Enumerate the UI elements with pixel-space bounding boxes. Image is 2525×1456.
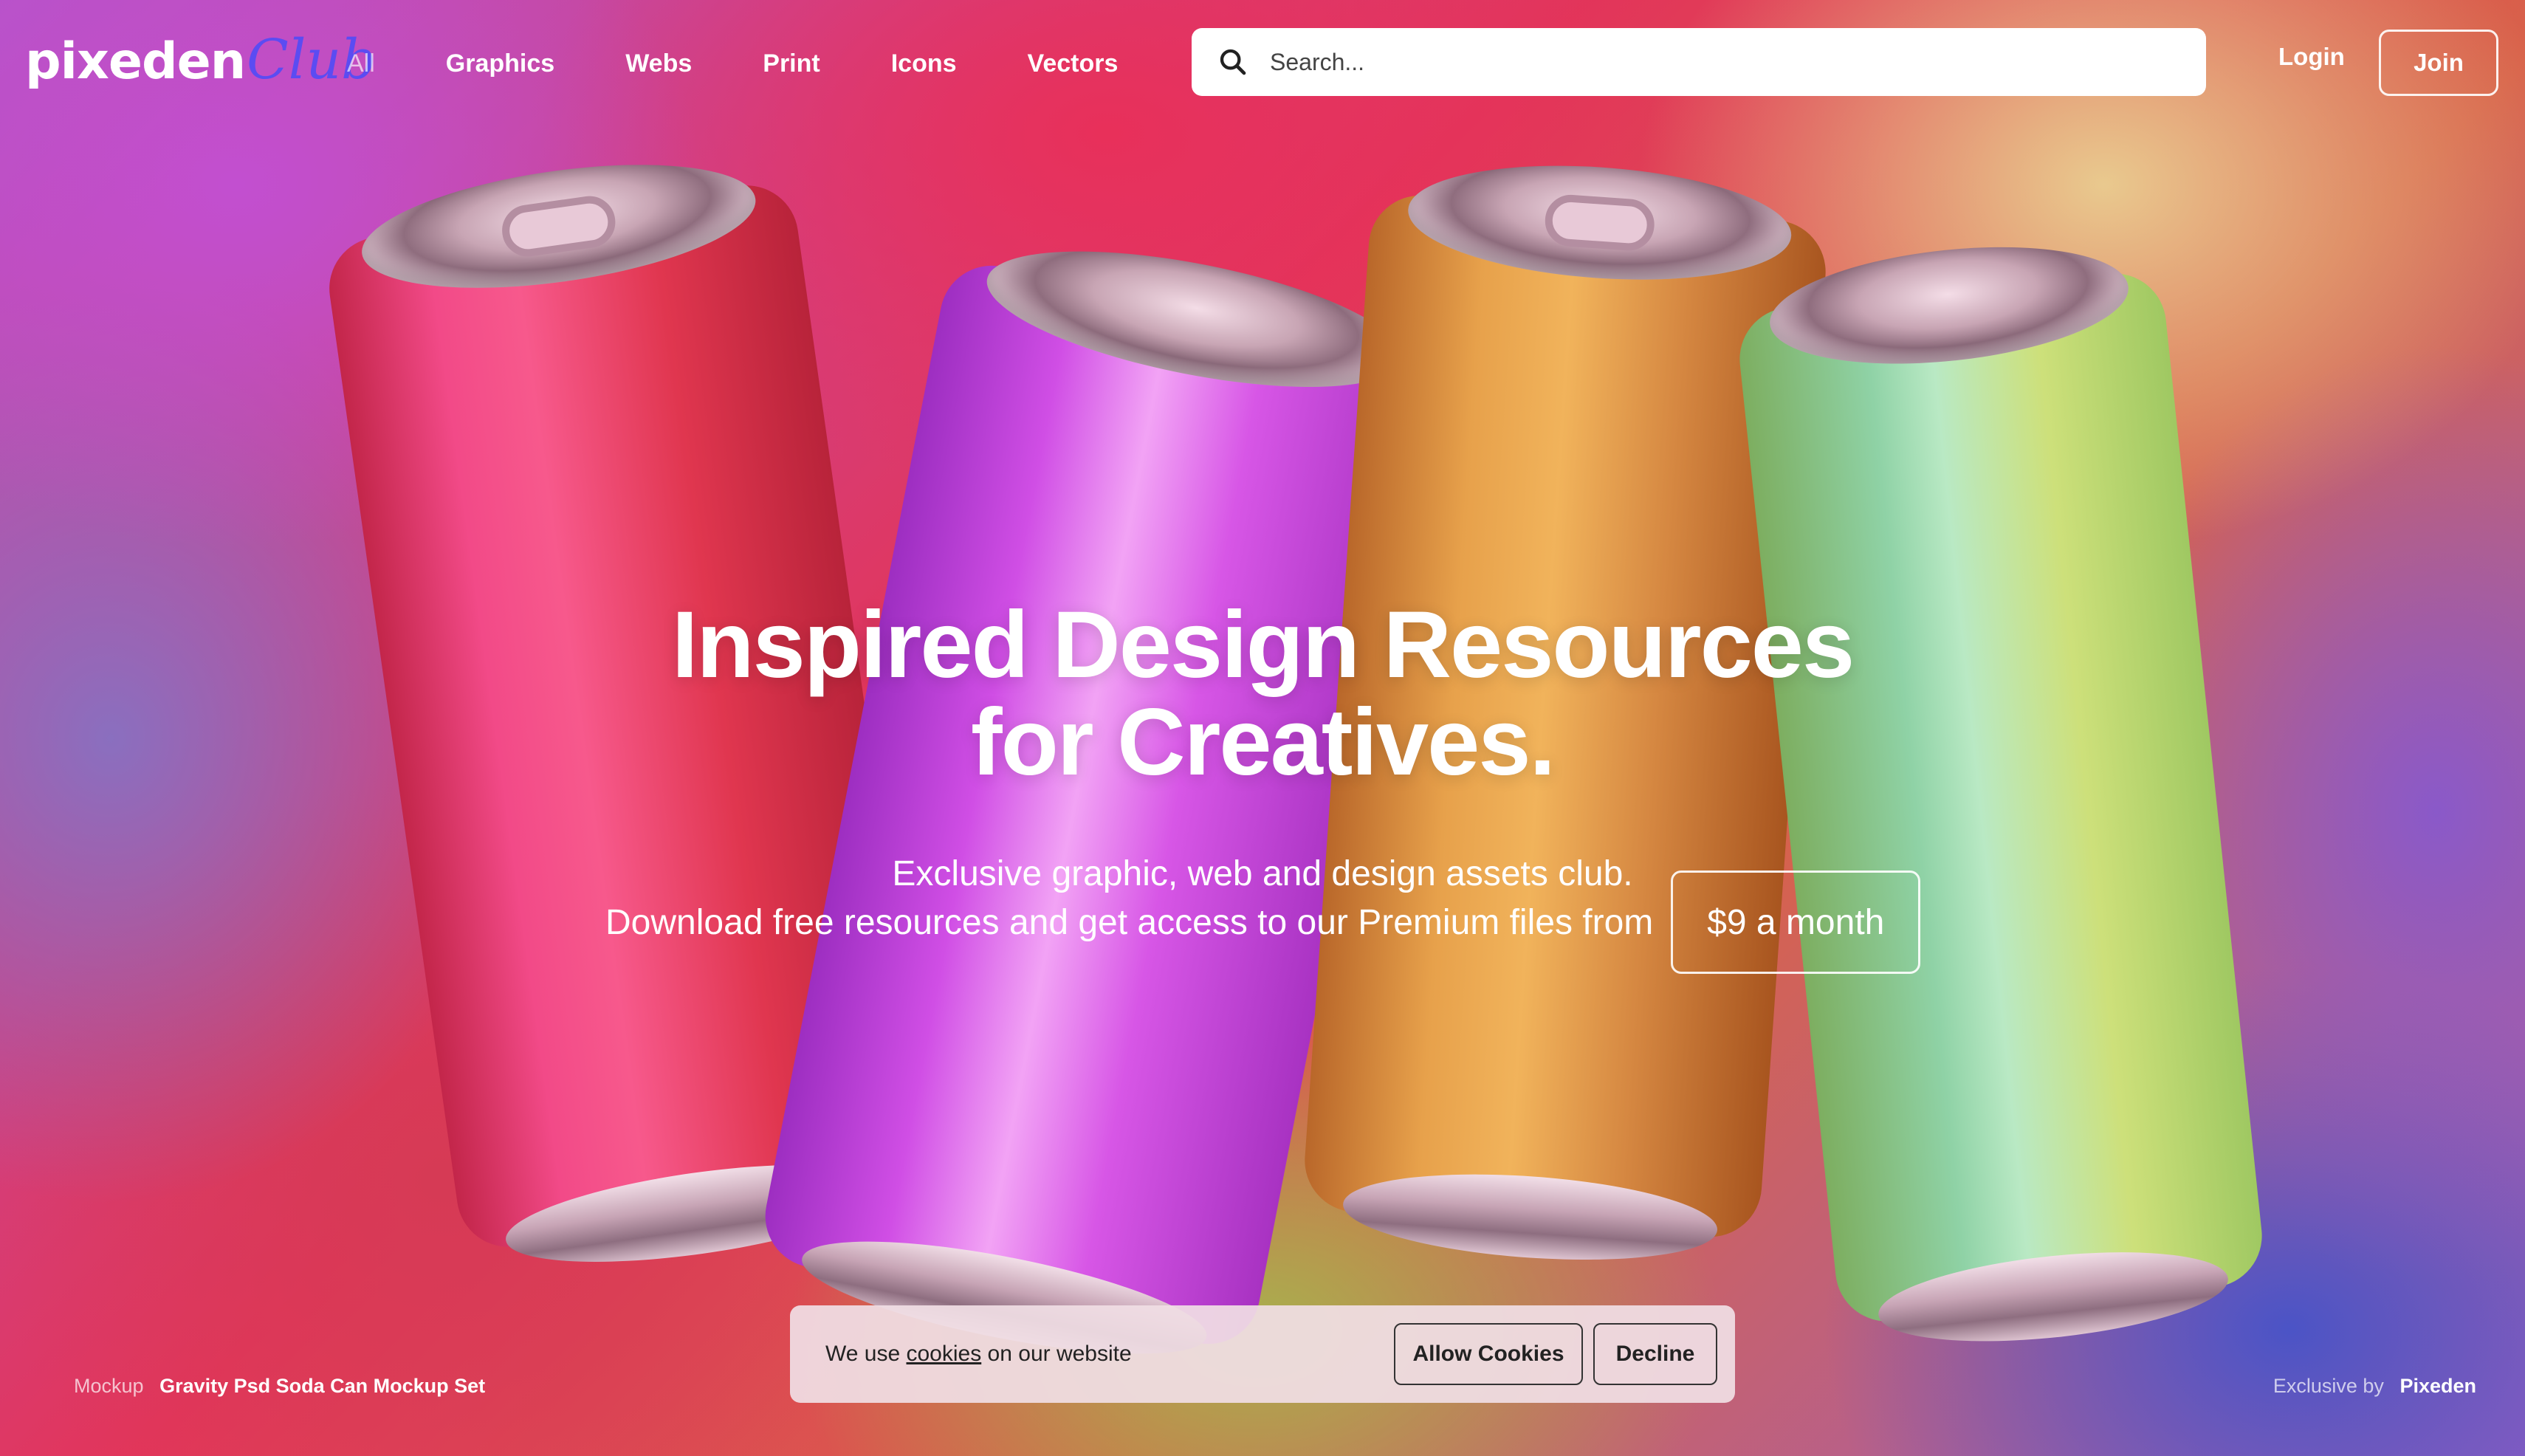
hero-cta-text: Download free resources and get access t…	[605, 902, 1654, 942]
nav-item-vectors[interactable]: Vectors	[1028, 49, 1119, 78]
nav-item-webs[interactable]: Webs	[625, 49, 692, 78]
cookie-message: We use cookies on our website	[825, 1342, 1394, 1367]
cookie-policy-link[interactable]: cookies	[907, 1342, 982, 1366]
exclusive-credit-label: Exclusive by	[2272, 1375, 2384, 1397]
mockup-credit: Mockup Gravity Psd Soda Can Mockup Set	[74, 1375, 485, 1398]
hero-cta-row: Download free resources and get access t…	[605, 870, 1921, 974]
exclusive-credit: Exclusive by Pixeden	[2273, 1375, 2476, 1398]
logo-wordmark: pixeden	[25, 32, 246, 91]
nav-item-print[interactable]: Print	[763, 49, 820, 78]
hero-can-green	[1734, 231, 2267, 1356]
hero-title: Inspired Design Resources for Creatives.	[0, 597, 2525, 791]
pricing-button[interactable]: $9 a month	[1671, 870, 1921, 974]
mockup-credit-link[interactable]: Gravity Psd Soda Can Mockup Set	[159, 1375, 485, 1397]
hero-title-line1: Inspired Design Resources	[671, 592, 1855, 698]
can-base	[1874, 1237, 2233, 1356]
join-button[interactable]: Join	[2379, 30, 2498, 96]
nav-item-icons[interactable]: Icons	[891, 49, 957, 78]
nav-item-graphics[interactable]: Graphics	[446, 49, 554, 78]
nav-item-all[interactable]: All	[347, 49, 375, 78]
exclusive-credit-link[interactable]: Pixeden	[2399, 1375, 2476, 1397]
hero-title-line2: for Creatives.	[970, 690, 1556, 795]
can-base	[1340, 1163, 1720, 1271]
main-nav: All Graphics Webs Print Icons Vectors	[347, 43, 1189, 84]
search-input[interactable]	[1270, 48, 2156, 76]
search-icon[interactable]	[1218, 47, 1248, 77]
cookie-banner: We use cookies on our website Allow Cook…	[790, 1305, 1735, 1403]
cookie-text-after: on our website	[981, 1342, 1132, 1366]
decline-cookies-button[interactable]: Decline	[1593, 1323, 1717, 1385]
can-lid	[977, 224, 1412, 414]
site-logo[interactable]: pixeden Club	[25, 28, 377, 102]
cookie-text-before: We use	[825, 1342, 907, 1366]
login-link[interactable]: Login	[2278, 43, 2345, 71]
can-pull-tab	[1543, 193, 1657, 253]
allow-cookies-button[interactable]: Allow Cookies	[1394, 1323, 1583, 1385]
mockup-credit-label: Mockup	[74, 1375, 144, 1397]
site-header: pixeden Club All Graphics Webs Print Ico…	[0, 0, 2525, 126]
search-bar[interactable]	[1192, 28, 2206, 96]
